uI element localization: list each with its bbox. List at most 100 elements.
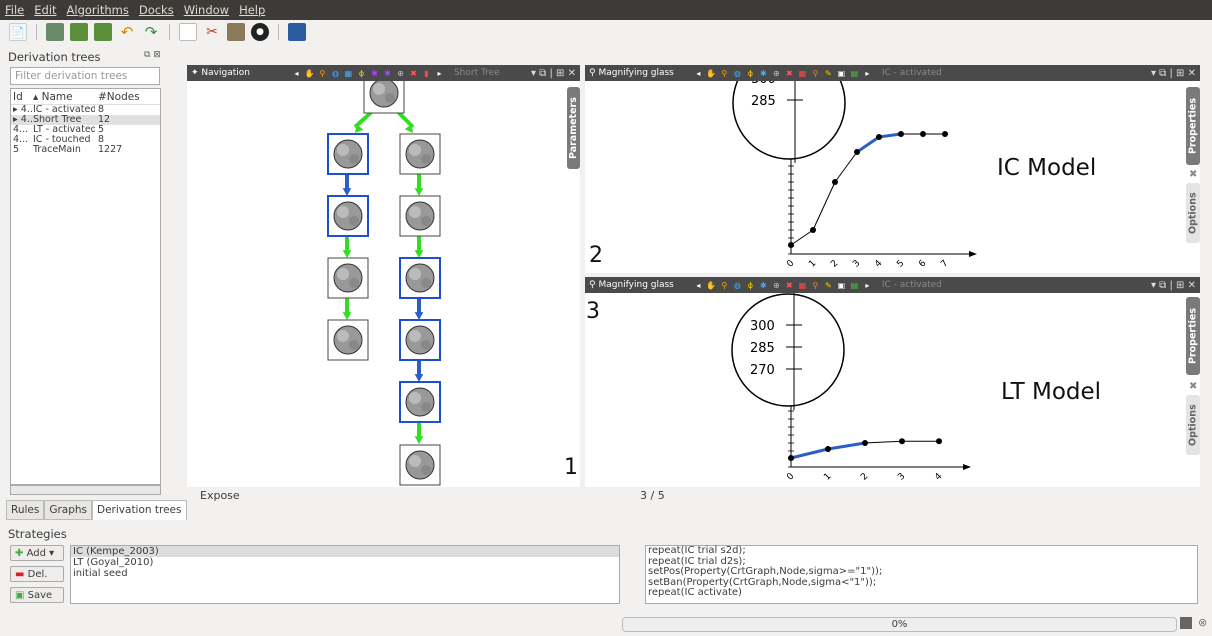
save-button[interactable]: ▣ Save xyxy=(10,587,64,603)
node-icon[interactable]: ✱ xyxy=(369,68,380,79)
menu-window[interactable]: Window xyxy=(179,3,234,17)
next-icon[interactable]: ▸ xyxy=(434,68,445,79)
delete-icon[interactable]: ✖ xyxy=(408,68,419,79)
zoom-icon[interactable]: ⚲ xyxy=(719,280,730,291)
add-button[interactable]: ✚ Add ▾ xyxy=(10,545,64,561)
tree-combo[interactable]: Short Tree xyxy=(454,68,500,78)
cut-icon[interactable]: ✂ xyxy=(203,23,221,41)
table-row[interactable]: ▸ 4...Short Tree12 xyxy=(11,115,160,125)
menu-edit[interactable]: Edit xyxy=(29,3,61,17)
next-icon[interactable]: ▸ xyxy=(862,280,873,291)
magnifier-canvas-2[interactable]: 0 1 2 3 4 300 285 270 Properties ✖ Options LT M… xyxy=(585,293,1200,487)
zoom-in-icon[interactable]: ⊕ xyxy=(771,68,782,79)
horizontal-scrollbar[interactable] xyxy=(10,485,161,495)
prev-icon[interactable]: ◂ xyxy=(291,68,302,79)
menu-file[interactable]: File xyxy=(0,3,29,17)
import-icon[interactable] xyxy=(70,23,88,41)
close-icon[interactable]: ✖ xyxy=(1189,169,1197,180)
grid-icon[interactable]: ▦ xyxy=(797,68,808,79)
table-row[interactable]: 4... IC - touched 8 xyxy=(11,135,160,145)
hand-icon[interactable]: ✋ xyxy=(706,68,717,79)
table-icon[interactable]: ▤ xyxy=(849,68,860,79)
hand-icon[interactable]: ✋ xyxy=(304,68,315,79)
zoom-in-icon[interactable]: ⊕ xyxy=(395,68,406,79)
table-row[interactable]: 5 TraceMain 1227 xyxy=(11,145,160,155)
zoom-icon[interactable]: ⚲ xyxy=(317,68,328,79)
options-side-tab[interactable]: Options xyxy=(1186,183,1200,243)
grid-icon[interactable]: ▦ xyxy=(797,280,808,291)
strategy-code-editor[interactable]: repeat(IC trial s2d); repeat(IC trial d2… xyxy=(645,545,1198,604)
node-icon[interactable]: ✱ xyxy=(758,280,769,291)
select-icon[interactable]: ◍ xyxy=(732,68,743,79)
delete-button[interactable]: ▬ Del. xyxy=(10,566,64,582)
panel-window-controls[interactable]: ▾ ⧉ | ⊞ ✕ xyxy=(1151,68,1196,79)
tab-derivation-trees[interactable]: Derivation trees xyxy=(92,500,187,520)
menu-docks[interactable]: Docks xyxy=(134,3,179,17)
list-item[interactable]: LT (Goyal_2010) xyxy=(71,557,619,568)
navigation-canvas[interactable]: Parameters xyxy=(187,72,580,487)
col-id[interactable]: Id xyxy=(11,91,33,103)
screenshot-icon[interactable]: ● xyxy=(251,23,269,41)
graph-combo[interactable]: IC - activated xyxy=(882,280,942,290)
copy-icon[interactable] xyxy=(179,23,197,41)
export-icon[interactable] xyxy=(94,23,112,41)
options-side-tab[interactable]: Options xyxy=(1186,395,1200,455)
properties-side-tab[interactable]: Properties xyxy=(1186,87,1200,165)
list-item[interactable]: initial seed xyxy=(71,568,619,579)
new-icon[interactable]: 📄 xyxy=(9,23,27,41)
property-icon[interactable]: ▮ xyxy=(421,68,432,79)
list-item[interactable]: IC (Kempe_2003) xyxy=(71,546,619,557)
undo-icon[interactable]: ↶ xyxy=(118,23,136,41)
stop-icon[interactable] xyxy=(1180,617,1192,629)
magnifier-canvas-1[interactable]: 01234567300285 Properties ✖ Options IC M… xyxy=(585,81,1200,273)
tree-edge-arrow xyxy=(414,312,424,320)
properties-side-tab[interactable]: Properties xyxy=(1186,297,1200,375)
menu-help[interactable]: Help xyxy=(234,3,270,17)
node-icon[interactable]: ✱ xyxy=(758,68,769,79)
zoom-icon[interactable]: ⚲ xyxy=(719,68,730,79)
col-nodes[interactable]: #Nodes xyxy=(95,91,155,103)
col-name[interactable]: ▴ Name xyxy=(33,91,95,103)
tab-rules[interactable]: Rules xyxy=(6,500,45,520)
grid-icon[interactable]: ▦ xyxy=(343,68,354,79)
brush-icon[interactable]: ✎ xyxy=(823,68,834,79)
filter-derivation-trees-input[interactable]: Filter derivation trees xyxy=(10,67,160,85)
parameters-side-tab[interactable]: Parameters xyxy=(567,87,580,169)
prev-icon[interactable]: ◂ xyxy=(693,68,704,79)
delete-icon[interactable]: ✖ xyxy=(784,68,795,79)
menu-algorithms[interactable]: Algorithms xyxy=(62,3,134,17)
select-icon[interactable]: ◍ xyxy=(330,68,341,79)
hand-icon[interactable]: ✋ xyxy=(706,280,717,291)
expose-label[interactable]: Expose xyxy=(200,489,240,502)
x-tick-label: 6 xyxy=(917,258,928,269)
close-icon[interactable]: ✖ xyxy=(1189,381,1197,392)
lasso-icon[interactable]: ϕ xyxy=(745,280,756,291)
tab-graphs[interactable]: Graphs xyxy=(44,500,93,520)
edge-icon[interactable]: ✱ xyxy=(382,68,393,79)
brush-icon[interactable]: ✎ xyxy=(823,280,834,291)
help-icon[interactable] xyxy=(288,23,306,41)
pin-icon[interactable]: ⚲ xyxy=(810,68,821,79)
image-icon[interactable]: ▣ xyxy=(836,280,847,291)
prev-icon[interactable]: ◂ xyxy=(693,280,704,291)
graph-combo[interactable]: IC - activated xyxy=(882,68,942,78)
pin-icon[interactable]: ⚲ xyxy=(810,280,821,291)
dock-float-close-icon[interactable]: ⧉ ⊠ xyxy=(144,50,161,60)
table-row[interactable]: 4... LT - activated 5 xyxy=(11,125,160,135)
panel-window-controls[interactable]: ▾ ⧉ | ⊞ ✕ xyxy=(531,68,576,79)
next-icon[interactable]: ▸ xyxy=(862,68,873,79)
lasso-icon[interactable]: ϕ xyxy=(745,68,756,79)
zoom-in-icon[interactable]: ⊕ xyxy=(771,280,782,291)
redo-icon[interactable]: ↷ xyxy=(142,23,160,41)
table-icon[interactable]: ▤ xyxy=(849,280,860,291)
lasso-icon[interactable]: ϕ xyxy=(356,68,367,79)
paste-icon[interactable] xyxy=(227,23,245,41)
close-icon[interactable]: ⊗ xyxy=(1198,616,1207,629)
image-icon[interactable]: ▣ xyxy=(836,68,847,79)
open-icon[interactable] xyxy=(46,23,64,41)
select-icon[interactable]: ◍ xyxy=(732,280,743,291)
delete-icon[interactable]: ✖ xyxy=(784,280,795,291)
graph-node-blob xyxy=(405,387,435,417)
panel-window-controls[interactable]: ▾ ⧉ | ⊞ ✕ xyxy=(1151,280,1196,291)
table-row[interactable]: ▸ 4...IC - activated8 xyxy=(11,105,160,115)
